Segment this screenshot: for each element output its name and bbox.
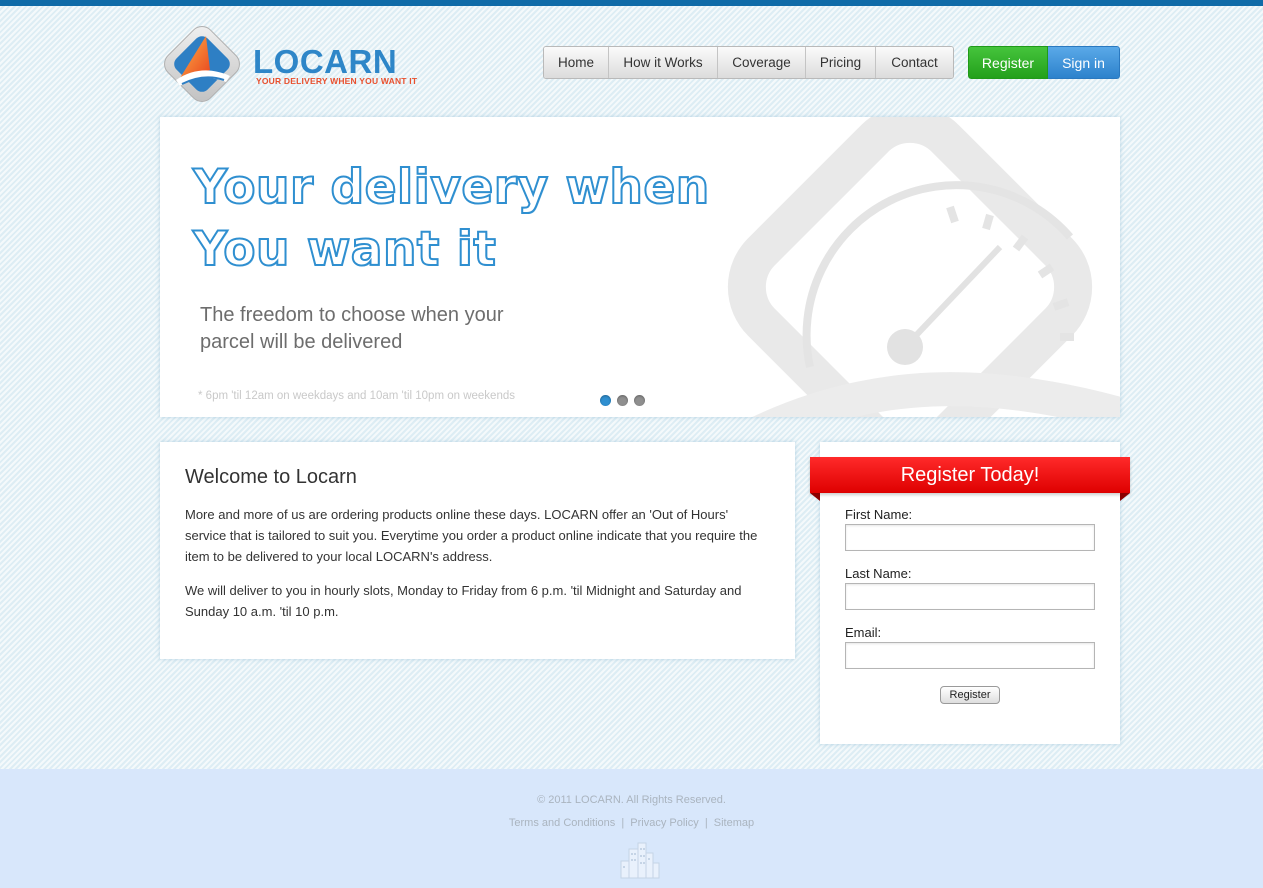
- auth-buttons: Register Sign in: [968, 46, 1120, 79]
- register-button[interactable]: Register: [968, 46, 1048, 79]
- brand-tagline: YOUR DELIVERY WHEN YOU WANT IT: [256, 76, 418, 86]
- last-name-input[interactable]: [845, 583, 1095, 610]
- hero-headline-line1: Your delivery when: [192, 159, 710, 216]
- welcome-paragraph-2: We will deliver to you in hourly slots, …: [185, 583, 742, 619]
- slider-dot-2[interactable]: [617, 395, 628, 406]
- hero-subtitle-line1: The freedom to choose when your: [200, 304, 504, 326]
- hero-subtitle: The freedom to choose when your parcel w…: [200, 302, 540, 356]
- locarn-logo-icon: [164, 26, 240, 102]
- sitemap-link[interactable]: Sitemap: [714, 817, 754, 829]
- hero-headline: Your delivery when You want it: [192, 157, 753, 281]
- footer-links: Terms and Conditions | Privacy Policy | …: [0, 817, 1263, 829]
- nav-pricing[interactable]: Pricing: [806, 47, 876, 78]
- first-name-input[interactable]: [845, 524, 1095, 551]
- slider-dot-1[interactable]: [600, 395, 611, 406]
- nav-contact[interactable]: Contact: [876, 47, 953, 78]
- welcome-panel: Welcome to Locarn More and more of us ar…: [160, 442, 795, 659]
- speedometer-watermark-icon: [727, 117, 1120, 417]
- footer-separator: |: [704, 817, 708, 829]
- top-accent-bar: [0, 0, 1263, 6]
- register-ribbon-title: Register Today!: [810, 457, 1130, 493]
- copyright-text: © 2011 LOCARN. All Rights Reserved.: [537, 794, 726, 806]
- first-name-label: First Name:: [845, 507, 913, 522]
- register-submit-button[interactable]: Register: [940, 686, 1000, 704]
- nav-how-it-works[interactable]: How it Works: [609, 47, 718, 78]
- register-panel: Register Today! First Name: Last Name: E…: [810, 442, 1130, 744]
- logo[interactable]: LOCARN YOUR DELIVERY WHEN YOU WANT IT: [160, 22, 420, 108]
- email-label: Email:: [845, 625, 882, 640]
- footer: © 2011 LOCARN. All Rights Reserved. Term…: [0, 769, 1263, 888]
- welcome-paragraph-1: More and more of us are ordering product…: [185, 507, 758, 564]
- sign-in-button[interactable]: Sign in: [1048, 46, 1120, 79]
- hero-footnote: * 6pm 'til 12am on weekdays and 10am 'ti…: [198, 390, 515, 402]
- hero-headline-line2: You want it: [192, 221, 497, 278]
- footer-separator: |: [621, 817, 625, 829]
- hero-subtitle-line2: parcel will be delivered: [200, 331, 403, 353]
- hero-banner: Your delivery when You want it The freed…: [160, 117, 1120, 417]
- slider-dot-3[interactable]: [634, 395, 645, 406]
- main-nav: Home How it Works Coverage Pricing Conta…: [543, 46, 954, 79]
- welcome-heading: Welcome to Locarn: [185, 466, 357, 488]
- brand-name: LOCARN: [253, 43, 398, 80]
- email-input[interactable]: [845, 642, 1095, 669]
- last-name-label: Last Name:: [845, 566, 912, 581]
- nav-home[interactable]: Home: [544, 47, 609, 78]
- ribbon-fold-left: [810, 493, 820, 501]
- ribbon-fold-right: [1120, 493, 1130, 501]
- nav-coverage[interactable]: Coverage: [718, 47, 806, 78]
- slider-pagination: [600, 395, 645, 406]
- terms-link[interactable]: Terms and Conditions: [509, 817, 615, 829]
- city-skyline-icon: [620, 842, 660, 879]
- privacy-policy-link[interactable]: Privacy Policy: [630, 817, 698, 829]
